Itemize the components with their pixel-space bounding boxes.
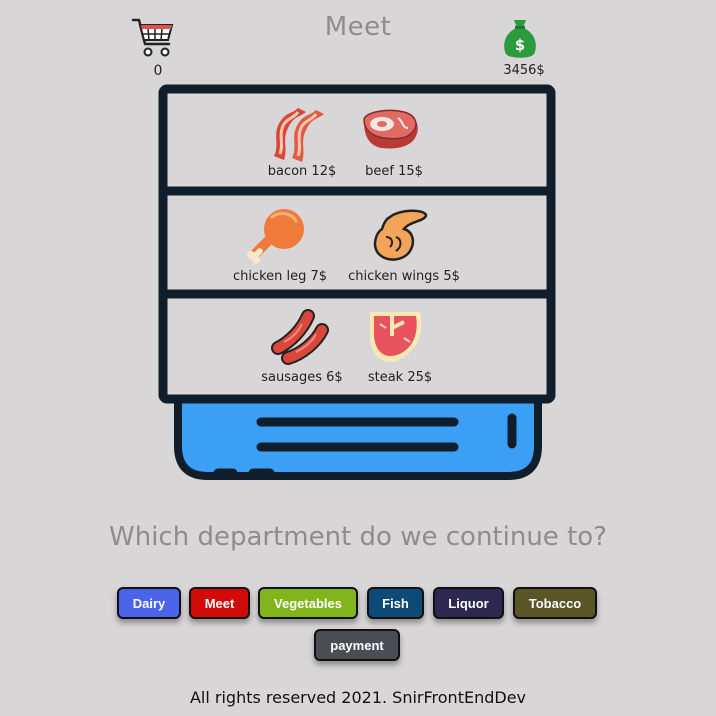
chicken-leg-icon[interactable]: [246, 205, 308, 265]
item-label: chicken wings 5$: [348, 269, 460, 284]
dairy-button[interactable]: Dairy: [117, 587, 181, 619]
money-bag-icon: $: [504, 20, 536, 58]
item-label: chicken leg 7$: [232, 269, 328, 284]
tobacco-button[interactable]: Tobacco: [513, 587, 597, 619]
item-label: sausages 6$: [261, 370, 343, 385]
department-question: Which department do we continue to?: [109, 522, 607, 552]
shopping-cart-icon[interactable]: [131, 16, 175, 60]
footer-text: All rights reserved 2021. SnirFrontEndDe…: [189, 688, 527, 707]
payment-button[interactable]: payment: [314, 629, 400, 661]
item-label: bacon 12$: [267, 164, 337, 179]
vegetables-button[interactable]: Vegetables: [258, 587, 358, 619]
steak-icon[interactable]: [364, 306, 426, 364]
chicken-wings-icon[interactable]: [370, 207, 430, 265]
item-label: steak 25$: [367, 370, 433, 385]
bacon-icon[interactable]: [266, 104, 328, 162]
beef-icon[interactable]: [358, 108, 422, 152]
item-label: beef 15$: [365, 164, 423, 179]
svg-text:$: $: [515, 36, 525, 54]
liquor-button[interactable]: Liquor: [433, 587, 504, 619]
sausages-icon[interactable]: [268, 306, 332, 366]
cart-count: 0: [153, 63, 163, 79]
meet-button[interactable]: Meet: [189, 587, 250, 619]
page-title: Meet: [324, 12, 392, 42]
fish-button[interactable]: Fish: [367, 587, 424, 619]
balance-text: 3456$: [503, 63, 545, 78]
